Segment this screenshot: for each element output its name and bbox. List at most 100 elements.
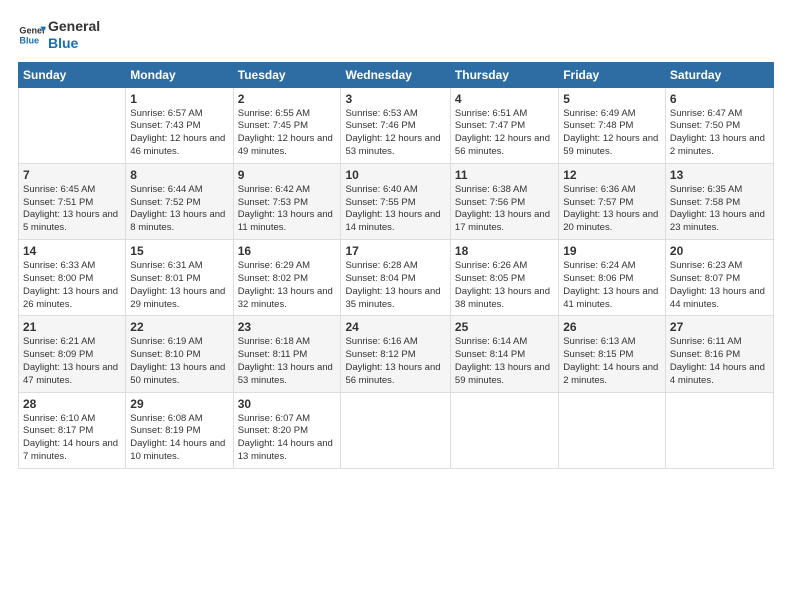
day-cell: 27 Sunrise: 6:11 AM Sunset: 8:16 PM Dayli… [665, 316, 773, 392]
day-number: 9 [238, 168, 337, 182]
day-cell: 2 Sunrise: 6:55 AM Sunset: 7:45 PM Daylig… [233, 87, 341, 163]
col-header-tuesday: Tuesday [233, 62, 341, 87]
day-cell: 4 Sunrise: 6:51 AM Sunset: 7:47 PM Daylig… [450, 87, 558, 163]
day-cell: 29 Sunrise: 6:08 AM Sunset: 8:19 PM Dayli… [126, 392, 233, 468]
day-cell: 11 Sunrise: 6:38 AM Sunset: 7:56 PM Dayli… [450, 163, 558, 239]
day-number: 23 [238, 320, 337, 334]
day-cell [19, 87, 126, 163]
day-number: 6 [670, 92, 769, 106]
day-number: 4 [455, 92, 554, 106]
calendar-table: SundayMondayTuesdayWednesdayThursdayFrid… [18, 62, 774, 469]
logo-text-general: General [48, 18, 100, 35]
day-info: Sunrise: 6:10 AM Sunset: 8:17 PM Dayligh… [23, 413, 121, 464]
day-cell: 10 Sunrise: 6:40 AM Sunset: 7:55 PM Dayli… [341, 163, 450, 239]
day-info: Sunrise: 6:45 AM Sunset: 7:51 PM Dayligh… [23, 184, 121, 235]
day-info: Sunrise: 6:24 AM Sunset: 8:06 PM Dayligh… [563, 260, 661, 311]
day-info: Sunrise: 6:19 AM Sunset: 8:10 PM Dayligh… [130, 336, 228, 387]
day-number: 27 [670, 320, 769, 334]
day-cell: 16Sunrise: 6:29 AM Sunset: 8:02 PM Dayli… [233, 240, 341, 316]
day-info: Sunrise: 6:49 AM Sunset: 7:48 PM Dayligh… [563, 108, 661, 159]
week-row-3: 14 Sunrise: 6:33 AM Sunset: 8:00 PM Dayli… [19, 240, 774, 316]
day-cell: 28 Sunrise: 6:10 AM Sunset: 8:17 PM Dayli… [19, 392, 126, 468]
day-info: Sunrise: 6:18 AM Sunset: 8:11 PM Dayligh… [238, 336, 337, 387]
day-cell: 1Sunrise: 6:57 AM Sunset: 7:43 PM Daylig… [126, 87, 233, 163]
day-cell: 7 Sunrise: 6:45 AM Sunset: 7:51 PM Daylig… [19, 163, 126, 239]
col-header-wednesday: Wednesday [341, 62, 450, 87]
day-number: 29 [130, 397, 228, 411]
day-cell [665, 392, 773, 468]
day-cell: 24 Sunrise: 6:16 AM Sunset: 8:12 PM Dayli… [341, 316, 450, 392]
day-info: Sunrise: 6:13 AM Sunset: 8:15 PM Dayligh… [563, 336, 661, 387]
day-cell: 5 Sunrise: 6:49 AM Sunset: 7:48 PM Daylig… [559, 87, 666, 163]
col-header-sunday: Sunday [19, 62, 126, 87]
day-cell: 17 Sunrise: 6:28 AM Sunset: 8:04 PM Dayli… [341, 240, 450, 316]
day-info: Sunrise: 6:35 AM Sunset: 7:58 PM Dayligh… [670, 184, 769, 235]
day-cell: 14 Sunrise: 6:33 AM Sunset: 8:00 PM Dayli… [19, 240, 126, 316]
col-header-monday: Monday [126, 62, 233, 87]
day-info: Sunrise: 6:47 AM Sunset: 7:50 PM Dayligh… [670, 108, 769, 159]
header-row: SundayMondayTuesdayWednesdayThursdayFrid… [19, 62, 774, 87]
day-info: Sunrise: 6:07 AM Sunset: 8:20 PM Dayligh… [238, 413, 337, 464]
day-number: 11 [455, 168, 554, 182]
day-cell: 6 Sunrise: 6:47 AM Sunset: 7:50 PM Daylig… [665, 87, 773, 163]
day-info: Sunrise: 6:51 AM Sunset: 7:47 PM Dayligh… [455, 108, 554, 159]
day-number: 17 [345, 244, 445, 258]
day-cell [559, 392, 666, 468]
logo: General Blue General Blue [18, 18, 100, 52]
day-info: Sunrise: 6:26 AM Sunset: 8:05 PM Dayligh… [455, 260, 554, 311]
week-row-2: 7 Sunrise: 6:45 AM Sunset: 7:51 PM Daylig… [19, 163, 774, 239]
day-info: Sunrise: 6:42 AM Sunset: 7:53 PM Dayligh… [238, 184, 337, 235]
day-info: Sunrise: 6:28 AM Sunset: 8:04 PM Dayligh… [345, 260, 445, 311]
main-container: General Blue General Blue SundayMondayTu… [0, 0, 792, 479]
day-info: Sunrise: 6:55 AM Sunset: 7:45 PM Dayligh… [238, 108, 337, 159]
day-number: 18 [455, 244, 554, 258]
day-number: 15 [130, 244, 228, 258]
day-cell: 21Sunrise: 6:21 AM Sunset: 8:09 PM Dayli… [19, 316, 126, 392]
day-info: Sunrise: 6:38 AM Sunset: 7:56 PM Dayligh… [455, 184, 554, 235]
day-number: 16 [238, 244, 337, 258]
day-number: 7 [23, 168, 121, 182]
day-number: 30 [238, 397, 337, 411]
day-number: 10 [345, 168, 445, 182]
col-header-friday: Friday [559, 62, 666, 87]
day-cell: 22 Sunrise: 6:19 AM Sunset: 8:10 PM Dayli… [126, 316, 233, 392]
day-info: Sunrise: 6:36 AM Sunset: 7:57 PM Dayligh… [563, 184, 661, 235]
day-cell: 9 Sunrise: 6:42 AM Sunset: 7:53 PM Daylig… [233, 163, 341, 239]
day-info: Sunrise: 6:14 AM Sunset: 8:14 PM Dayligh… [455, 336, 554, 387]
day-number: 5 [563, 92, 661, 106]
day-info: Sunrise: 6:33 AM Sunset: 8:00 PM Dayligh… [23, 260, 121, 311]
day-info: Sunrise: 6:40 AM Sunset: 7:55 PM Dayligh… [345, 184, 445, 235]
day-number: 3 [345, 92, 445, 106]
logo-text-blue: Blue [48, 35, 100, 52]
day-cell: 18 Sunrise: 6:26 AM Sunset: 8:05 PM Dayli… [450, 240, 558, 316]
day-number: 26 [563, 320, 661, 334]
day-number: 2 [238, 92, 337, 106]
day-number: 14 [23, 244, 121, 258]
day-number: 22 [130, 320, 228, 334]
day-cell: 13Sunrise: 6:35 AM Sunset: 7:58 PM Dayli… [665, 163, 773, 239]
week-row-1: 1Sunrise: 6:57 AM Sunset: 7:43 PM Daylig… [19, 87, 774, 163]
day-cell [450, 392, 558, 468]
day-cell: 19 Sunrise: 6:24 AM Sunset: 8:06 PM Dayli… [559, 240, 666, 316]
day-number: 1 [130, 92, 228, 106]
day-info: Sunrise: 6:08 AM Sunset: 8:19 PM Dayligh… [130, 413, 228, 464]
day-info: Sunrise: 6:53 AM Sunset: 7:46 PM Dayligh… [345, 108, 445, 159]
day-info: Sunrise: 6:16 AM Sunset: 8:12 PM Dayligh… [345, 336, 445, 387]
week-row-4: 21Sunrise: 6:21 AM Sunset: 8:09 PM Dayli… [19, 316, 774, 392]
week-row-5: 28 Sunrise: 6:10 AM Sunset: 8:17 PM Dayli… [19, 392, 774, 468]
day-cell: 30 Sunrise: 6:07 AM Sunset: 8:20 PM Dayli… [233, 392, 341, 468]
svg-text:Blue: Blue [19, 35, 39, 45]
day-number: 28 [23, 397, 121, 411]
day-number: 8 [130, 168, 228, 182]
day-info: Sunrise: 6:31 AM Sunset: 8:01 PM Dayligh… [130, 260, 228, 311]
day-info: Sunrise: 6:11 AM Sunset: 8:16 PM Dayligh… [670, 336, 769, 387]
col-header-saturday: Saturday [665, 62, 773, 87]
day-number: 19 [563, 244, 661, 258]
day-number: 20 [670, 244, 769, 258]
day-cell: 8 Sunrise: 6:44 AM Sunset: 7:52 PM Daylig… [126, 163, 233, 239]
day-info: Sunrise: 6:44 AM Sunset: 7:52 PM Dayligh… [130, 184, 228, 235]
day-info: Sunrise: 6:23 AM Sunset: 8:07 PM Dayligh… [670, 260, 769, 311]
day-number: 24 [345, 320, 445, 334]
day-cell: 3 Sunrise: 6:53 AM Sunset: 7:46 PM Daylig… [341, 87, 450, 163]
day-cell: 20 Sunrise: 6:23 AM Sunset: 8:07 PM Dayli… [665, 240, 773, 316]
